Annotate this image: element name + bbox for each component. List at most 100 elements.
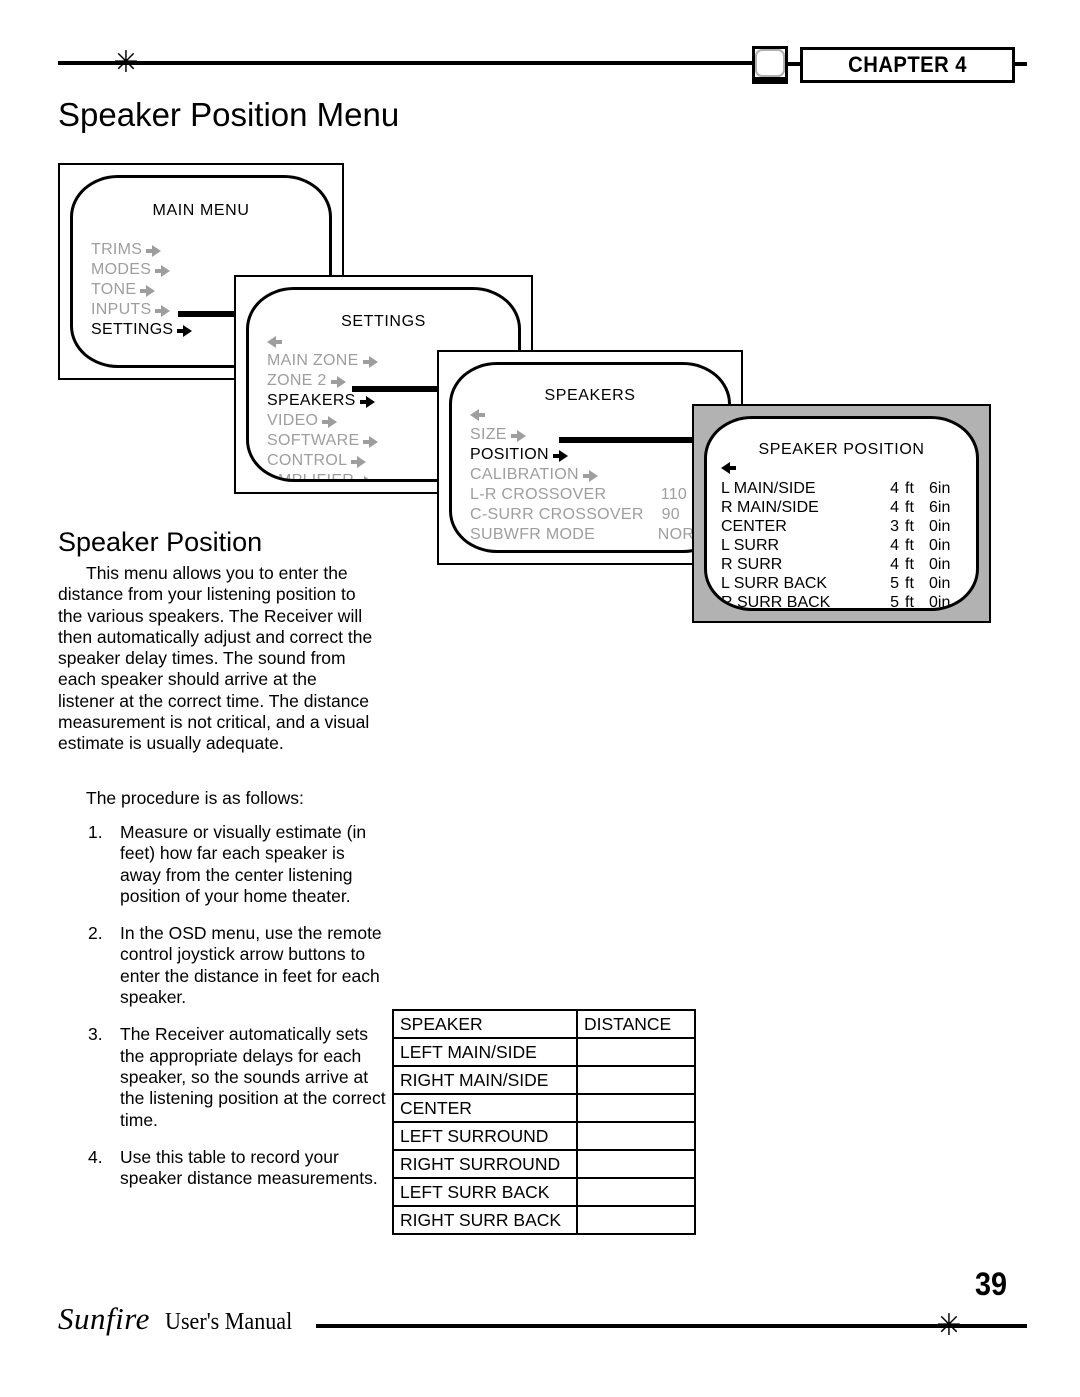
right-arrow-icon [330, 372, 346, 392]
speaker-feet: 4 [890, 556, 899, 573]
step-text: Measure or visually estimate (in feet) h… [120, 822, 367, 906]
right-arrow-icon [510, 426, 526, 446]
procedure-lead: The procedure is as follows: [86, 788, 304, 808]
worksheet-speaker-name: RIGHT MAIN/SIDE [392, 1065, 578, 1095]
chapter-label: CHAPTER 4 [848, 52, 967, 77]
osd-item-label: INPUTS [91, 301, 152, 318]
osd-title-speaker-position: SPEAKER POSITION [758, 441, 925, 458]
speaker-feet-unit: ft [905, 537, 914, 554]
header-rule-right [1013, 62, 1027, 66]
table-row: CENTER [392, 1093, 696, 1123]
right-arrow-icon [359, 392, 375, 412]
speaker-inches: 0in [929, 594, 951, 611]
header-rule [58, 61, 758, 65]
osd-item-calibration[interactable]: CALIBRATION [470, 465, 720, 485]
star-ornament-icon: ✳ [936, 1308, 962, 1343]
footer-rule [316, 1324, 1027, 1328]
worksheet-distance-blank[interactable] [576, 1205, 696, 1235]
speaker-inches: 0in [929, 518, 951, 535]
section-heading: Speaker Position [58, 527, 263, 557]
manual-label: User's Manual [165, 1309, 293, 1335]
osd-item-value: 90 [661, 506, 680, 523]
step-text: In the OSD menu, use the remote control … [120, 923, 382, 1008]
worksheet-speaker-name: RIGHT SURR BACK [392, 1205, 578, 1235]
intro-paragraph: This menu allows you to enter the distan… [58, 563, 373, 754]
speaker-feet: 4 [890, 499, 899, 516]
osd-screen: SPEAKERS SIZE POSITION CALIBRATION L-R C… [449, 362, 731, 553]
osd-item-label: SPEAKERS [267, 392, 356, 409]
osd-screen: SPEAKER POSITION L MAIN/SIDE 4 ft 6in R … [704, 416, 979, 611]
osd-title-settings: SETTINGS [341, 313, 426, 330]
worksheet-distance-blank[interactable] [576, 1121, 696, 1151]
osd-item-list: SIZE POSITION CALIBRATION L-R CROSSOVER … [470, 425, 728, 545]
right-arrow-icon [351, 452, 367, 472]
table-row: LEFT SURROUND [392, 1121, 696, 1151]
osd-item-label: SIZE [470, 426, 507, 443]
table-row: RIGHT SURROUND [392, 1149, 696, 1179]
speaker-inches: 0in [929, 537, 951, 554]
right-arrow-icon [155, 261, 171, 281]
right-arrow-icon [322, 412, 338, 432]
flow-connector-position [559, 437, 710, 443]
osd-item-lr-crossover[interactable]: L-R CROSSOVER 110 Hz [470, 485, 720, 505]
speaker-feet: 3 [890, 518, 899, 535]
worksheet-speaker-name: CENTER [392, 1093, 578, 1123]
worksheet-distance-blank[interactable] [576, 1149, 696, 1179]
osd-position-row[interactable]: CENTER 3 ft 0in [721, 517, 968, 536]
right-arrow-icon [146, 241, 162, 261]
procedure-steps: 1. Measure or visually estimate (in feet… [58, 822, 388, 1205]
chapter-badge: CHAPTER 4 [800, 47, 1015, 83]
osd-item-label: CONTROL [267, 452, 348, 469]
osd-position-row[interactable]: L SURR BACK 5 ft 0in [721, 574, 968, 593]
right-arrow-icon [362, 352, 378, 372]
speaker-inches: 0in [929, 575, 951, 592]
osd-position-row[interactable]: R MAIN/SIDE 4 ft 6in [721, 498, 968, 517]
back-arrow-icon[interactable] [267, 335, 282, 349]
speaker-distance-worksheet: SPEAKER DISTANCE LEFT MAIN/SIDE RIGHT MA… [392, 1009, 696, 1235]
osd-item-label: POSITION [470, 446, 549, 463]
back-arrow-icon[interactable] [470, 408, 485, 422]
osd-title-speakers: SPEAKERS [544, 387, 636, 404]
osd-position-list: L MAIN/SIDE 4 ft 6in R MAIN/SIDE 4 ft 6i… [721, 479, 968, 611]
osd-item-subwfr-mode[interactable]: SUBWFR MODE NORMAL [470, 525, 728, 545]
worksheet-speaker-name: RIGHT SURROUND [392, 1149, 578, 1179]
table-header-row: SPEAKER DISTANCE [392, 1009, 696, 1039]
speaker-name: L MAIN/SIDE [721, 480, 816, 497]
osd-item-label: L-R CROSSOVER [470, 486, 607, 503]
speaker-feet-unit: ft [905, 575, 914, 592]
table-row: RIGHT SURR BACK [392, 1205, 696, 1235]
osd-title-main-menu: MAIN MENU [152, 202, 250, 219]
osd-item-label: SOFTWARE [267, 432, 360, 449]
osd-speaker-position-box: SPEAKER POSITION L MAIN/SIDE 4 ft 6in R … [692, 404, 991, 623]
worksheet-distance-blank[interactable] [576, 1093, 696, 1123]
back-arrow-icon[interactable] [721, 461, 736, 475]
page-footer: Sunfire User's Manual ✳ 39 [0, 1266, 1080, 1370]
speaker-name: R SURR BACK [721, 594, 831, 611]
worksheet-distance-blank[interactable] [576, 1065, 696, 1095]
worksheet-speaker-name: LEFT MAIN/SIDE [392, 1037, 578, 1067]
speaker-inches: 0in [929, 556, 951, 573]
procedure-step: 2. In the OSD menu, use the remote contr… [58, 923, 388, 1008]
speaker-name: CENTER [721, 518, 787, 535]
worksheet-speaker-name: LEFT SURR BACK [392, 1177, 578, 1207]
osd-item-trims[interactable]: TRIMS [91, 240, 321, 260]
osd-item-position[interactable]: POSITION [470, 445, 720, 465]
speaker-feet: 5 [890, 575, 899, 592]
speaker-feet-unit: ft [905, 499, 914, 516]
osd-position-row[interactable]: L SURR 4 ft 0in [721, 536, 968, 555]
osd-item-csurr-crossover[interactable]: C-SURR CROSSOVER 90 [470, 505, 720, 525]
osd-item-label: MODES [91, 261, 152, 278]
speaker-name: R MAIN/SIDE [721, 499, 819, 516]
column-header-distance: DISTANCE [576, 1009, 696, 1039]
osd-position-row[interactable]: R SURR BACK 5 ft 0in [721, 593, 968, 611]
osd-item-label: MAIN ZONE [267, 352, 359, 369]
speaker-feet-unit: ft [905, 518, 914, 535]
worksheet-distance-blank[interactable] [576, 1037, 696, 1067]
right-arrow-icon [552, 446, 568, 466]
osd-position-row[interactable]: L MAIN/SIDE 4 ft 6in [721, 479, 968, 498]
osd-position-row[interactable]: R SURR 4 ft 0in [721, 555, 968, 574]
worksheet-distance-blank[interactable] [576, 1177, 696, 1207]
speaker-name: L SURR [721, 537, 780, 554]
speaker-feet-unit: ft [905, 480, 914, 497]
right-arrow-icon [177, 321, 193, 341]
